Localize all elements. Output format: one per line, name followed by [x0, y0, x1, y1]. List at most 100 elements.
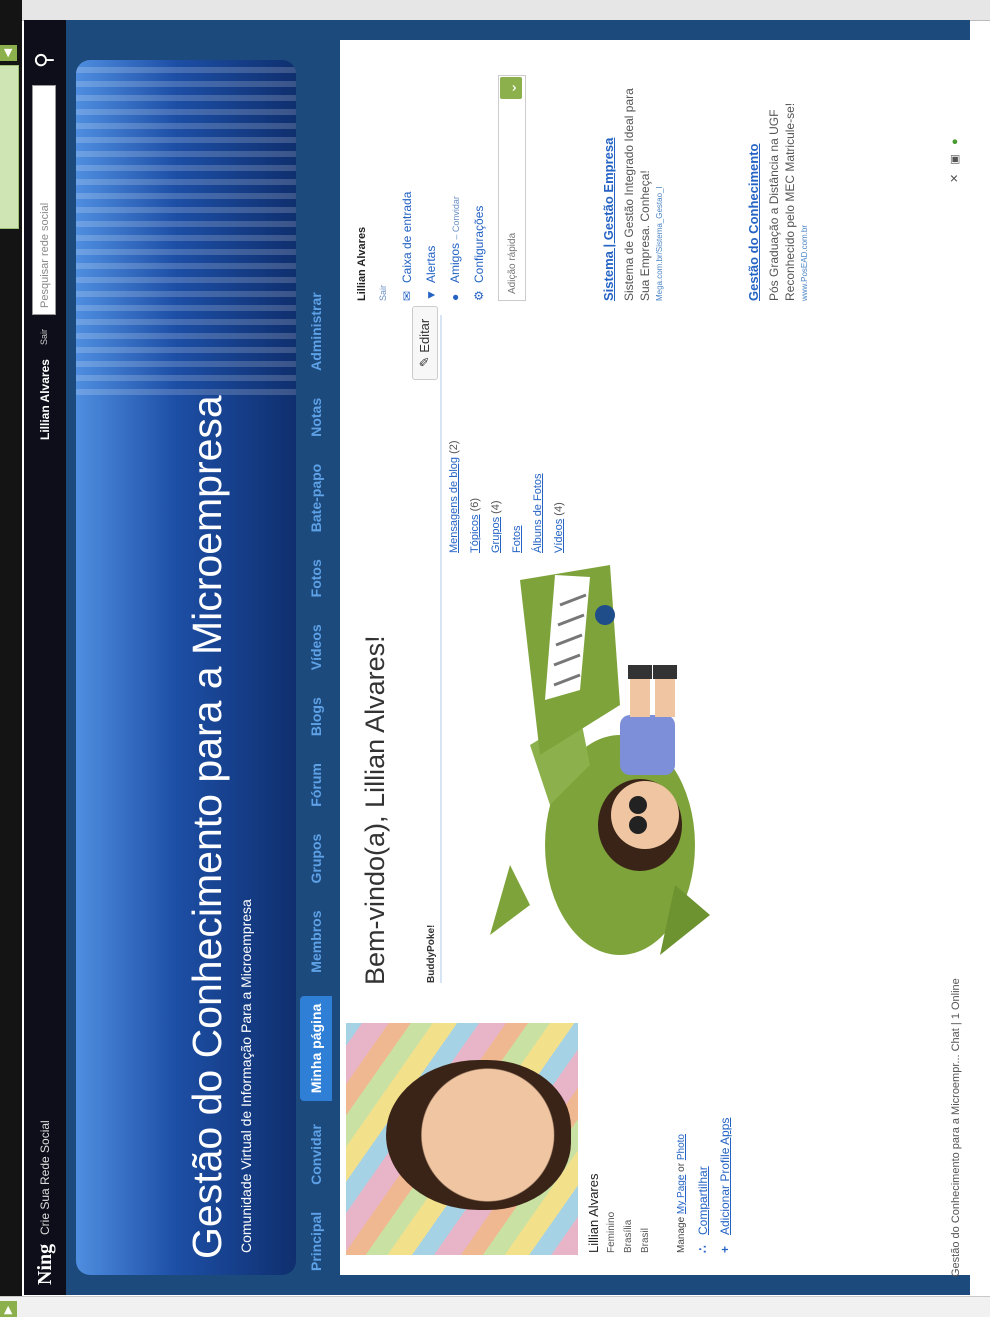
alerts-label: Alertas — [424, 245, 438, 283]
horizontal-scrollbar-thumb[interactable] — [0, 65, 19, 229]
chat-bar-controls: ✕ ▣ ● — [948, 138, 961, 183]
screenshot-frame: ◀ ▶ Ning Crie Sua Rede Social Lillian Al… — [0, 0, 990, 1317]
nav-grupos[interactable]: Grupos — [300, 830, 332, 888]
alert-icon: ▼ — [424, 289, 438, 301]
quick-add-select[interactable]: Adição rápida — [498, 75, 526, 301]
profile-city: Brasília — [623, 1219, 634, 1253]
nav-minha-pagina[interactable]: Minha página — [300, 995, 332, 1102]
sidebar-sign-out-link[interactable]: Sair — [378, 285, 388, 301]
sidebar-user-name[interactable]: Lillian Alvares — [356, 227, 368, 301]
chat-bar-label[interactable]: Gestão do Conhecimento para a Microempr.… — [950, 978, 962, 1277]
nav-videos[interactable]: Vídeos — [300, 620, 332, 674]
chevron-down-icon[interactable]: ⌄ — [500, 77, 522, 99]
nav-bate-papo[interactable]: Bate-papo — [300, 460, 332, 536]
share-link[interactable]: ∴ Compartilhar — [696, 1166, 710, 1253]
app-divider — [440, 315, 442, 983]
list-item-count: (4) — [490, 500, 502, 514]
edit-button[interactable]: ✎ Editar — [412, 306, 438, 380]
dinosaur-illustration — [490, 565, 710, 955]
nav-principal[interactable]: Principal — [300, 1208, 332, 1275]
nav-convidar[interactable]: Convidar — [300, 1120, 332, 1189]
list-item-link[interactable]: Mensagens de blog — [448, 457, 460, 553]
list-item[interactable]: Fotos — [511, 343, 523, 553]
pencil-icon: ✎ — [417, 356, 432, 368]
right-sidebar: Lillian Alvares Sair ✉ Caixa de entrada ▼… — [340, 42, 970, 307]
settings-label: Configurações — [472, 205, 486, 283]
search-icon[interactable]: ⚲ — [31, 47, 57, 73]
add-profile-apps-link[interactable]: + Adicionar Profile Apps — [718, 1118, 732, 1253]
inbox-link[interactable]: ✉ Caixa de entrada — [400, 192, 414, 301]
main-content: Lillian Alvares Feminino Brasília Brasil… — [340, 40, 970, 1275]
list-item-count: (2) — [448, 440, 460, 454]
list-item[interactable]: Vídeos (4) — [553, 343, 565, 553]
close-icon[interactable]: ✕ — [949, 174, 961, 183]
nav-forum[interactable]: Fórum — [300, 759, 332, 811]
ad-title-link[interactable]: Sistema | Gestão Empresa — [600, 66, 617, 301]
ad-body: Pós Graduação a Distância na UGF Reconhe… — [767, 102, 797, 301]
online-status-icon: ● — [949, 138, 961, 146]
add-profile-apps-label: Adicionar Profile Apps — [718, 1117, 732, 1235]
nav-administrar[interactable]: Administrar — [300, 288, 332, 375]
nav-blogs[interactable]: Blogs — [300, 693, 332, 740]
buddypoke-dinosaur-avatar[interactable] — [470, 555, 730, 975]
settings-link[interactable]: ⚙ Configurações — [472, 206, 486, 301]
scroll-right-button[interactable]: ▶ — [0, 1301, 17, 1317]
network-title: Gestão do Conhecimento para a Microempre… — [184, 395, 230, 1259]
plus-icon: + — [718, 1245, 732, 1253]
ning-page: Ning Crie Sua Rede Social Lillian Alvare… — [24, 20, 970, 1295]
ning-logo[interactable]: Ning — [34, 1244, 57, 1285]
share-icon: ∴ — [696, 1245, 710, 1253]
profile-gender: Feminino — [606, 1211, 617, 1253]
list-item-link[interactable]: Grupos — [490, 517, 502, 553]
scroll-left-button[interactable]: ◀ — [0, 45, 17, 61]
ad-unit: Gestão do Conhecimento Pós Graduação a D… — [745, 66, 809, 301]
manage-my-page-link[interactable]: My Page — [676, 1175, 687, 1214]
main-navigation: Principal Convidar Minha página Membros … — [300, 60, 340, 1275]
envelope-icon: ✉ — [400, 290, 414, 301]
list-item[interactable]: Álbuns de Fotos — [532, 343, 544, 554]
list-item[interactable]: Tópicos (6) — [469, 343, 481, 553]
list-item[interactable]: Mensagens de blog (2) — [448, 343, 460, 553]
list-item-link[interactable]: Vídeos — [553, 519, 565, 553]
ad-title-link[interactable]: Gestão do Conhecimento — [745, 66, 762, 301]
manage-photo-link[interactable]: Photo — [676, 1134, 687, 1160]
manage-prefix: Manage — [676, 1216, 687, 1253]
invite-link[interactable]: – Convidar — [451, 196, 461, 240]
ad-url[interactable]: Mega.com.br/Sistema_Gestao_I — [655, 66, 664, 301]
profile-photo[interactable] — [346, 1023, 578, 1255]
list-item-count: (6) — [469, 497, 481, 512]
profile-name: Lillian Alvares — [586, 1173, 601, 1254]
manage-or-text: or — [676, 1162, 687, 1172]
ad-unit: Sistema | Gestão Empresa Sistema de Gest… — [600, 66, 664, 301]
ad-body: Sistema de Gestão Integrado Ideal para S… — [622, 88, 652, 301]
ning-top-bar: Ning Crie Sua Rede Social Lillian Alvare… — [24, 20, 66, 1295]
list-item-link[interactable]: Álbuns de Fotos — [532, 474, 544, 554]
rotated-browser-view: ◀ ▶ Ning Crie Sua Rede Social Lillian Al… — [0, 0, 990, 1317]
profile-manage-line: Manage My Page or Photo — [676, 1134, 687, 1253]
sign-out-link[interactable]: Sair — [39, 329, 49, 345]
alerts-link[interactable]: ▼ Alertas — [424, 246, 438, 301]
network-subtitle: Comunidade Virtual de Informação Para a … — [238, 899, 254, 1253]
create-network-link[interactable]: Crie Sua Rede Social — [38, 1120, 52, 1235]
list-item[interactable]: Grupos (4) — [490, 343, 502, 553]
gear-icon: ⚙ — [472, 290, 486, 301]
signed-in-user-link[interactable]: Lillian Alvares — [38, 359, 52, 440]
nav-membros[interactable]: Membros — [300, 906, 332, 976]
popout-icon[interactable]: ▣ — [949, 154, 961, 164]
network-header-banner: Gestão do Conhecimento para a Microempre… — [76, 60, 296, 1275]
ad-url[interactable]: www.PosEAD.com.br — [800, 66, 809, 301]
my-stuff-list: Mensagens de blog (2) Tópicos (6) Grupos… — [448, 343, 574, 553]
nav-notas[interactable]: Notas — [300, 394, 332, 441]
inbox-label: Caixa de entrada — [400, 191, 414, 283]
welcome-heading: Bem-vindo(a), Lillian Alvares! — [360, 635, 390, 985]
list-item-link[interactable]: Tópicos — [469, 514, 481, 553]
list-item-link[interactable]: Fotos — [511, 525, 523, 553]
buddypoke-app-title: BuddyPoke! — [426, 924, 437, 983]
header-decoration — [76, 60, 296, 395]
profile-country: Brasil — [640, 1227, 651, 1253]
friends-link[interactable]: ● Amigos – Convidar — [448, 196, 462, 301]
share-label: Compartilhar — [696, 1166, 710, 1235]
nav-fotos[interactable]: Fotos — [300, 555, 332, 601]
edit-button-label: Editar — [417, 318, 432, 353]
search-network-input[interactable]: Pesquisar rede social — [32, 85, 56, 315]
